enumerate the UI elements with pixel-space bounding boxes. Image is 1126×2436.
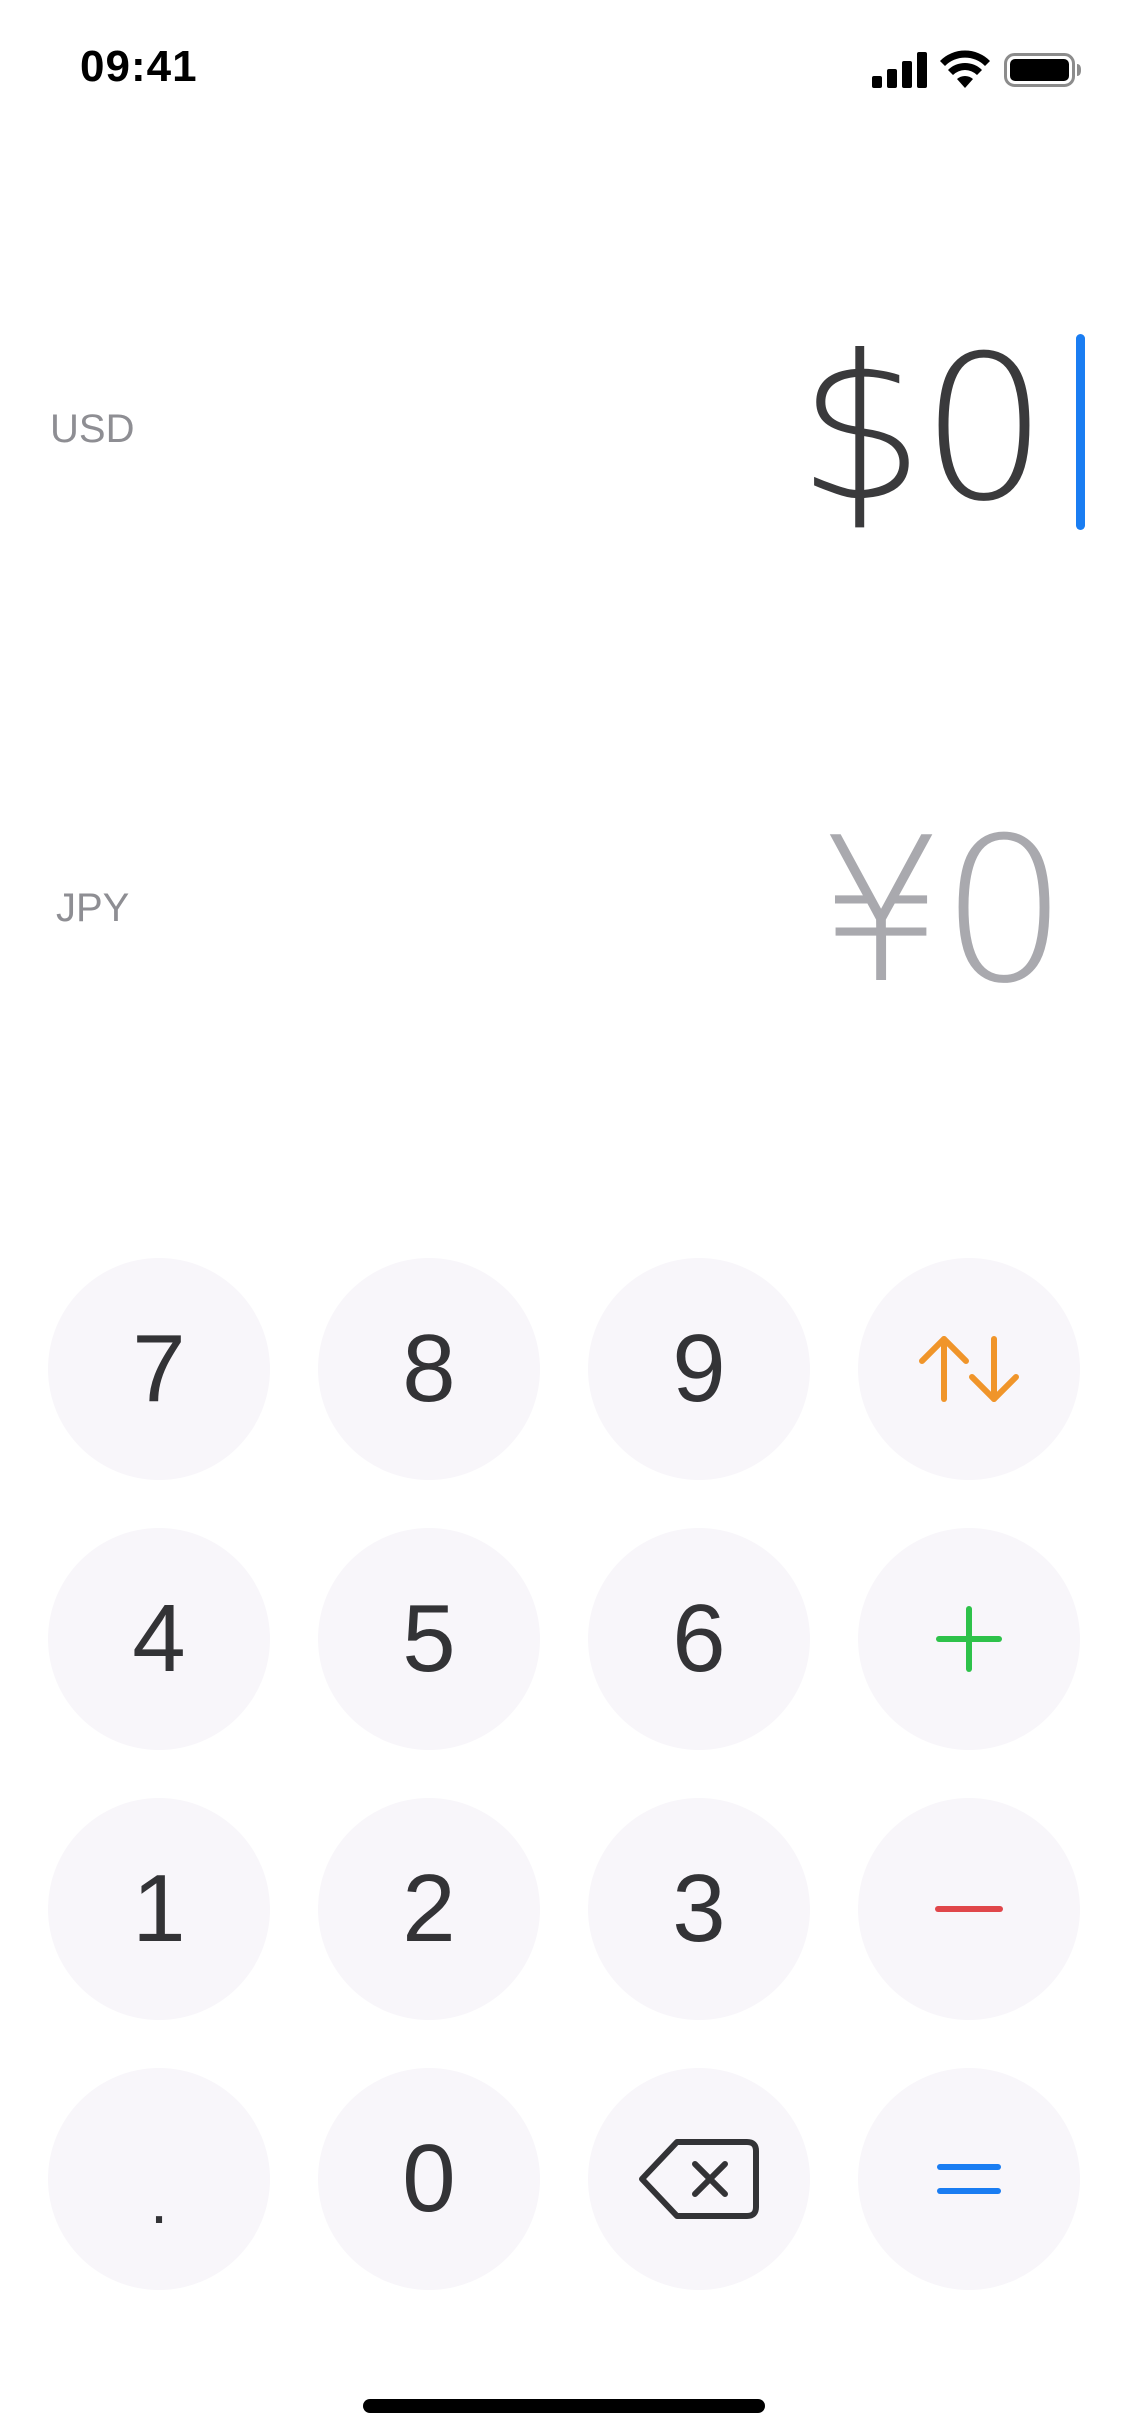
key-5[interactable]: 5 bbox=[318, 1528, 540, 1750]
backspace-icon bbox=[639, 2139, 759, 2219]
text-caret bbox=[1076, 334, 1085, 530]
wifi-icon bbox=[940, 50, 990, 88]
key-8[interactable]: 8 bbox=[318, 1258, 540, 1480]
backspace-button[interactable] bbox=[588, 2068, 810, 2290]
key-2[interactable]: 2 bbox=[318, 1798, 540, 2020]
key-label: 2 bbox=[402, 1855, 456, 1962]
to-amount[interactable]: ¥0 bbox=[818, 812, 1068, 1012]
from-amount[interactable]: $0 bbox=[798, 330, 1048, 530]
key-label: 9 bbox=[672, 1315, 726, 1422]
key-label: 0 bbox=[402, 2125, 456, 2232]
status-icons bbox=[872, 50, 1082, 90]
key-label: 6 bbox=[672, 1585, 726, 1692]
key-3[interactable]: 3 bbox=[588, 1798, 810, 2020]
key-label: 1 bbox=[132, 1855, 186, 1962]
status-time: 09:41 bbox=[80, 42, 198, 91]
home-indicator[interactable] bbox=[363, 2399, 765, 2413]
to-currency-row[interactable]: JPY ¥0 bbox=[0, 780, 1126, 1040]
signal-icon bbox=[872, 52, 927, 88]
key-label: 5 bbox=[402, 1585, 456, 1692]
key-label: 8 bbox=[402, 1315, 456, 1422]
equals-icon bbox=[937, 2164, 1001, 2194]
key-7[interactable]: 7 bbox=[48, 1258, 270, 1480]
from-currency-row[interactable]: USD $0 bbox=[0, 300, 1126, 560]
key-label: 4 bbox=[132, 1585, 186, 1692]
key-label: 3 bbox=[672, 1855, 726, 1962]
key-label: 7 bbox=[132, 1315, 186, 1422]
swap-currencies-button[interactable] bbox=[858, 1258, 1080, 1480]
key-6[interactable]: 6 bbox=[588, 1528, 810, 1750]
key-0[interactable]: 0 bbox=[318, 2068, 540, 2290]
minus-icon bbox=[935, 1906, 1003, 1912]
battery-icon bbox=[1004, 53, 1081, 87]
key-9[interactable]: 9 bbox=[588, 1258, 810, 1480]
decimal-point-key[interactable]: . bbox=[48, 2068, 270, 2290]
key-label: . bbox=[150, 2165, 168, 2237]
key-1[interactable]: 1 bbox=[48, 1798, 270, 2020]
to-currency-code[interactable]: JPY bbox=[56, 886, 129, 931]
swap-arrows-icon bbox=[919, 1336, 1019, 1402]
equals-button[interactable] bbox=[858, 2068, 1080, 2290]
key-4[interactable]: 4 bbox=[48, 1528, 270, 1750]
plus-button[interactable] bbox=[858, 1528, 1080, 1750]
status-bar: 09:41 bbox=[0, 0, 1126, 140]
from-currency-code[interactable]: USD bbox=[50, 407, 134, 452]
minus-button[interactable] bbox=[858, 1798, 1080, 2020]
plus-icon bbox=[936, 1606, 1002, 1672]
